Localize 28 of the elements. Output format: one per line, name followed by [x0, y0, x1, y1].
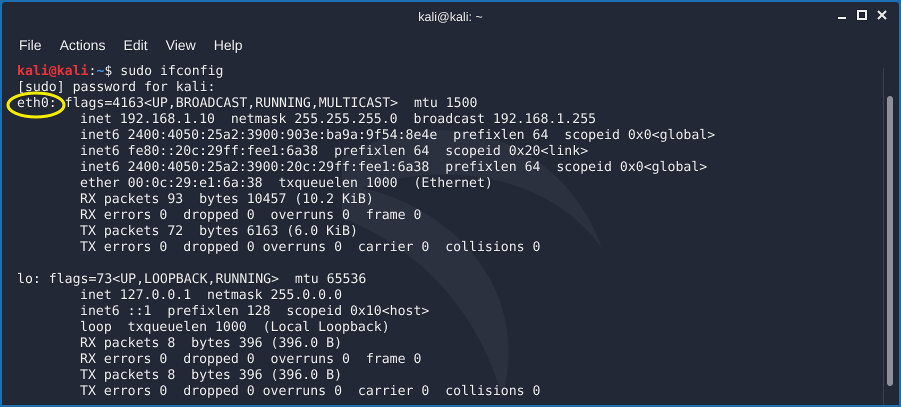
output-line: inet 192.168.1.10 netmask 255.255.255.0 broadcast 192.168.1.255: [80, 112, 596, 128]
output-line: inet 127.0.0.1 netmask 255.0.0.0: [80, 288, 342, 304]
output-line: RX errors 0 dropped 0 overruns 0 frame 0: [80, 208, 422, 224]
output-line: inet6 2400:4050:25a2:3900:20c:29ff:fee1:6a38 prefixlen 64 scopeid 0x0<global>: [80, 160, 708, 176]
menu-item[interactable]: Actions: [52, 34, 112, 56]
output-line: ether 00:0c:29:e1:6a:38 txqueuelen 1000 (Ethernet): [80, 176, 493, 192]
output-line: flags=73<UP,LOOPBACK,RUNNING> mtu 65536: [48, 272, 366, 288]
menu-item[interactable]: Edit: [116, 34, 155, 56]
output-line: RX errors 0 dropped 0 overruns 0 frame 0: [80, 352, 422, 368]
output-line: loop txqueuelen 1000 (Local Loopback): [80, 320, 390, 336]
menu-item[interactable]: View: [158, 34, 203, 56]
menu-item[interactable]: Help: [206, 34, 250, 56]
output-line: RX packets 8 bytes 396 (396.0 B): [80, 336, 342, 352]
prompt-line: kali@kali:~$ sudo ifconfig: [17, 64, 224, 80]
output-line: inet6 fe80::20c:29ff:fee1:6a38 prefixlen 64 scopeid 0x20<link>: [80, 144, 588, 160]
menu-item[interactable]: File: [12, 34, 49, 56]
output-line: [sudo] password for kali:: [17, 80, 216, 96]
interface-name: lo:: [17, 272, 41, 288]
output-line: inet6 2400:4050:25a2:3900:903e:ba9a:9f54:8e4e prefixlen 64 scopeid 0x0<global>: [80, 128, 716, 144]
output-line: TX packets 8 bytes 396 (396.0 B): [80, 368, 342, 384]
output-line: inet6 ::1 prefixlen 128 scopeid 0x10<host>: [80, 304, 430, 320]
output-line: TX errors 0 dropped 0 overruns 0 carrier 0 collisions 0: [80, 240, 540, 256]
interface-name: eth0:: [17, 96, 57, 112]
output-line: RX packets 93 bytes 10457 (10.2 KiB): [80, 192, 374, 208]
output-line: flags=4163<UP,BROADCAST,RUNNING,MULTICAST> mtu 1500: [64, 96, 478, 112]
output-line: TX errors 0 dropped 0 overruns 0 carrier 0 collisions 0: [80, 384, 540, 400]
output-line: TX packets 72 bytes 6163 (6.0 KiB): [80, 224, 358, 240]
window-title: kali@kali: ~: [418, 8, 483, 26]
